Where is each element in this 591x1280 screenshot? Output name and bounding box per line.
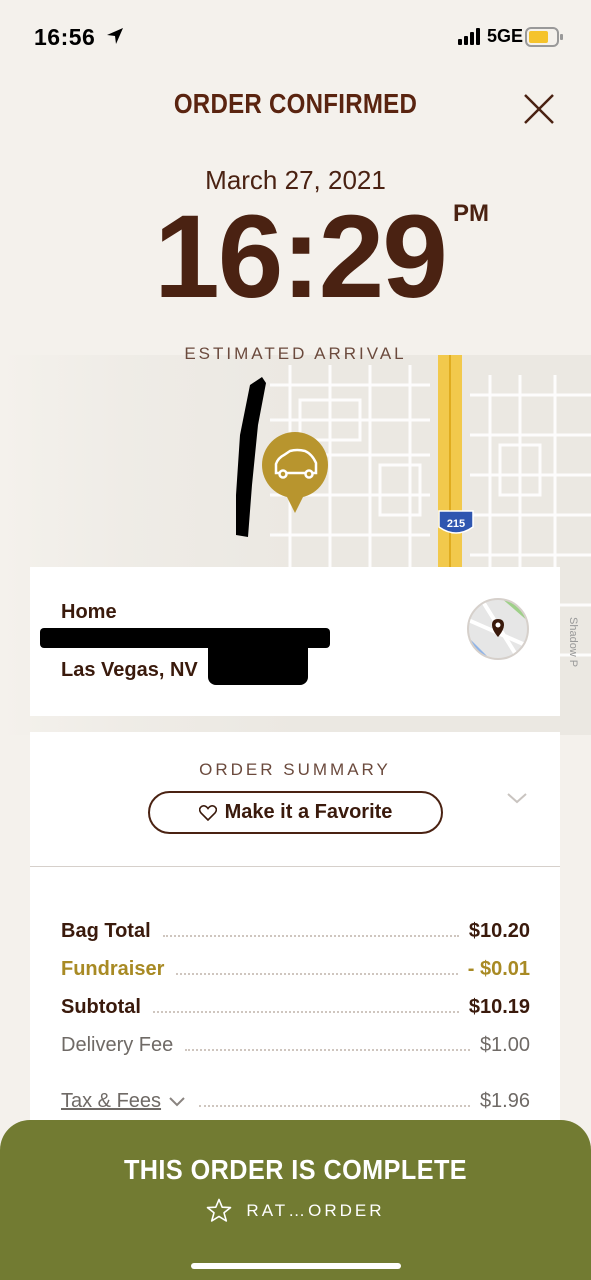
estimated-arrival-label: ESTIMATED ARRIVAL: [184, 344, 407, 363]
tax-fees-link[interactable]: Tax & Fees: [61, 1090, 161, 1113]
make-favorite-button[interactable]: Make it a Favorite: [148, 791, 443, 834]
home-indicator[interactable]: [191, 1263, 401, 1269]
svg-text:215: 215: [447, 518, 465, 530]
close-icon[interactable]: [520, 90, 558, 128]
chevron-down-icon[interactable]: [506, 790, 528, 806]
line-item-fundraiser: Fundraiser - $0.01: [61, 953, 530, 981]
line-item-value: $1.00: [479, 1034, 530, 1056]
rate-order-label: RAT…ORDER: [246, 1200, 385, 1220]
battery-icon: [525, 27, 563, 47]
order-complete-title: THIS ORDER IS COMPLETE: [123, 1154, 468, 1185]
line-item-value: $1.96: [479, 1090, 530, 1112]
page-title: ORDER CONFIRMED: [173, 88, 418, 119]
heart-icon: [198, 804, 217, 821]
order-complete-footer: THIS ORDER IS COMPLETE RAT…ORDER: [0, 1120, 591, 1280]
order-summary-card: ORDER SUMMARY Make it a Favorite Bag Tot…: [30, 732, 560, 1132]
address-label: Home: [61, 601, 117, 623]
dot-leader: [185, 1049, 470, 1051]
street-label: Shadow P: [567, 617, 579, 667]
map-pin-thumbnail-icon[interactable]: [466, 597, 530, 661]
line-item-label: Bag Total: [61, 920, 151, 942]
line-item-label: Fundraiser: [61, 958, 165, 980]
line-item-delivery-fee: Delivery Fee $1.00: [61, 1029, 530, 1057]
make-favorite-label: Make it a Favorite: [224, 801, 393, 823]
summary-divider: [30, 866, 560, 867]
line-item-value: - $0.01: [467, 958, 530, 980]
arrival-time: 16:29: [154, 191, 448, 323]
dot-leader: [162, 935, 459, 937]
address-city: Las Vegas, NV: [61, 659, 198, 681]
location-arrow-icon: [107, 28, 123, 44]
line-item-bag-total: Bag Total $10.20: [61, 915, 530, 943]
address-card[interactable]: Home Las Vegas, NV: [30, 567, 560, 716]
dot-leader: [176, 973, 458, 975]
cellular-signal-icon: [458, 28, 480, 45]
rate-order-button[interactable]: RAT…ORDER: [0, 1198, 591, 1223]
line-item-label: Delivery Fee: [61, 1034, 174, 1056]
chevron-down-icon[interactable]: [167, 1095, 187, 1109]
redacted-street-extra: [208, 637, 308, 685]
dot-leader: [153, 1011, 459, 1013]
line-item-value: $10.20: [468, 920, 530, 942]
status-bar: 16:56 5GE: [0, 0, 591, 70]
dot-leader: [199, 1105, 470, 1107]
status-time: 16:56: [34, 24, 96, 50]
order-summary-title: ORDER SUMMARY: [199, 760, 391, 779]
network-type: 5GE: [487, 26, 524, 46]
line-item-tax-fees[interactable]: Tax & Fees $1.96: [61, 1085, 530, 1113]
route-shield: 215: [438, 510, 474, 534]
line-item-label: Subtotal: [61, 996, 141, 1018]
arrival-ampm: PM: [453, 200, 489, 227]
line-item-value: $10.19: [468, 996, 530, 1018]
line-item-subtotal: Subtotal $10.19: [61, 991, 530, 1019]
star-icon: [207, 1198, 232, 1222]
